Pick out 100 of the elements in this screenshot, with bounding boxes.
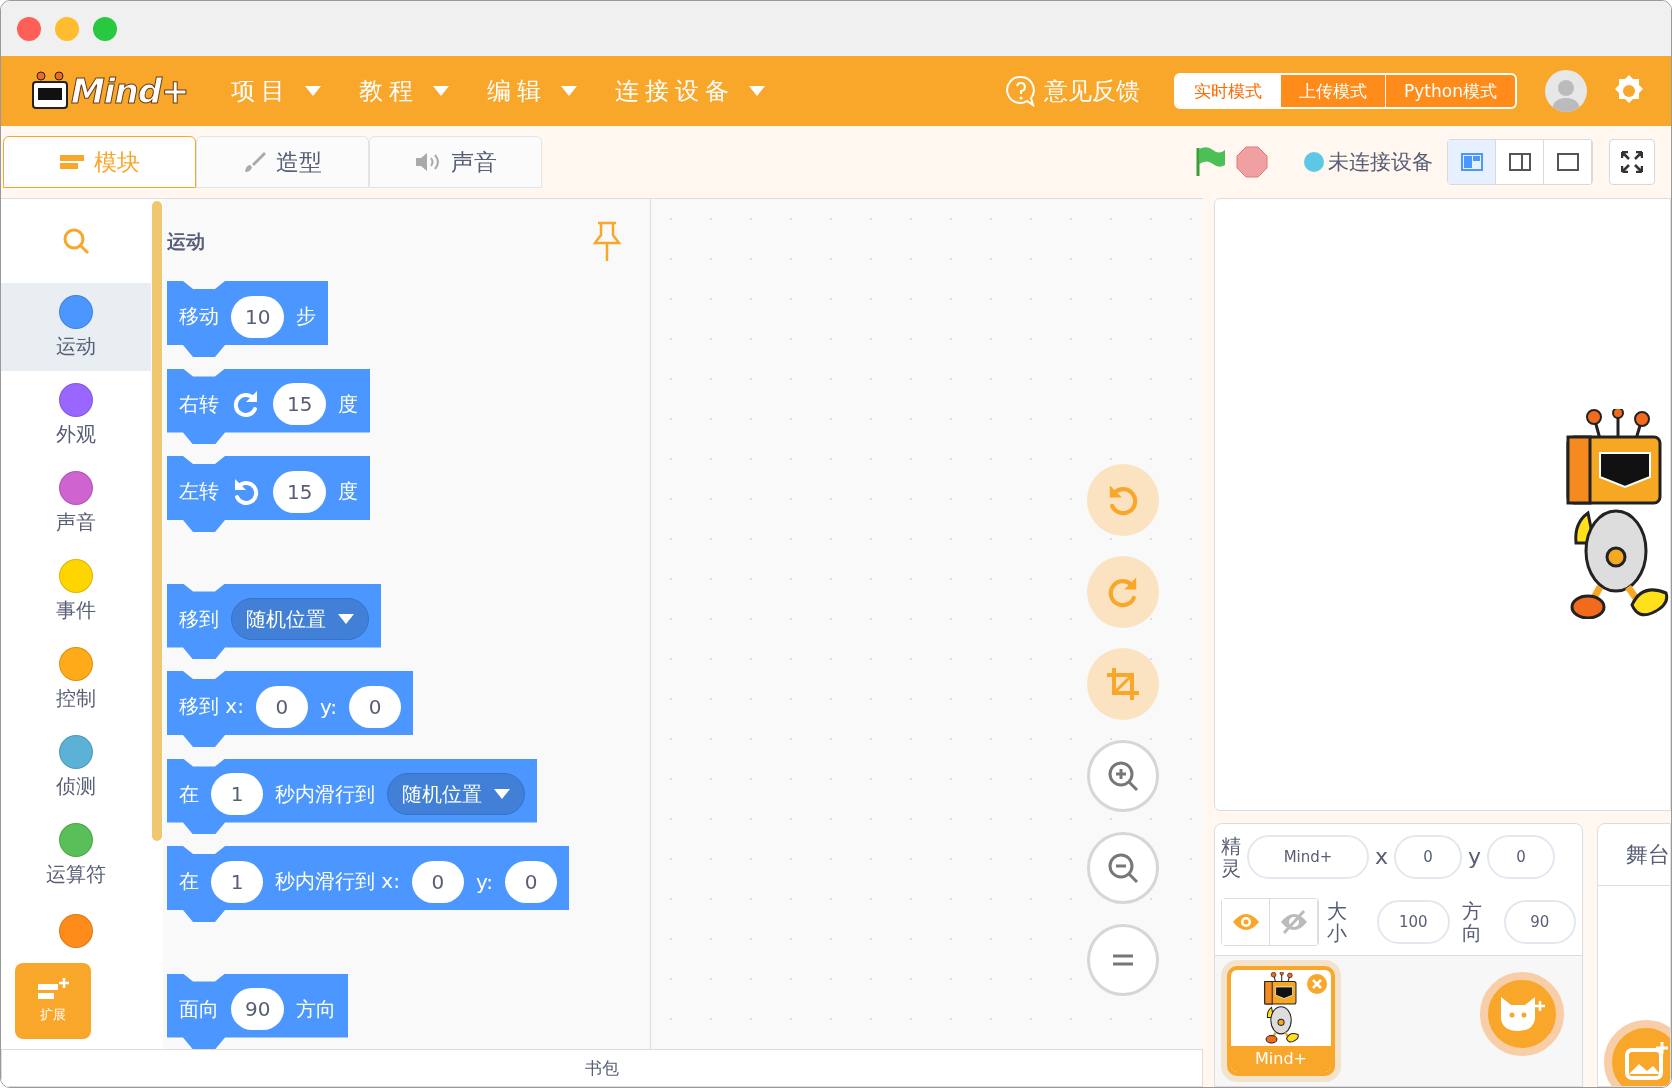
number-input[interactable]: 1	[211, 773, 263, 816]
zoom-window-button[interactable]	[93, 16, 117, 41]
speaker-icon	[414, 152, 441, 172]
help-icon	[1006, 75, 1037, 107]
block-label: 度	[338, 478, 359, 506]
number-input[interactable]: 1	[211, 860, 263, 903]
fullscreen-button[interactable]	[1609, 139, 1655, 185]
caret-icon	[494, 789, 510, 800]
search-icon[interactable]	[62, 227, 90, 255]
editor-tab[interactable]: 声音	[369, 136, 542, 188]
code-block[interactable]: 左转 15 度	[167, 456, 371, 532]
image-plus-icon	[1624, 1042, 1668, 1082]
code-block[interactable]: 右转 15 度	[167, 368, 371, 444]
number-input[interactable]: 0	[505, 860, 558, 903]
stage-canvas[interactable]	[1214, 198, 1671, 811]
fullscreen-icon	[1621, 151, 1643, 173]
code-block[interactable]: 在 1 秒内滑行到 随机位置	[167, 758, 537, 834]
backpack-label: 书包	[585, 1056, 619, 1080]
cat-plus-icon	[1498, 995, 1546, 1033]
code-block[interactable]: 移到 x: 0 y: 0	[167, 671, 414, 747]
robot-sprite-drawing	[1262, 972, 1300, 1044]
equals-icon	[1111, 952, 1135, 968]
x-field[interactable]: 0	[1394, 834, 1463, 879]
code-block[interactable]: 移动 10 步	[167, 281, 329, 357]
extension-icon	[36, 978, 70, 1002]
caret-icon	[432, 86, 449, 96]
logo-text: Mind+	[71, 71, 189, 111]
block-label: 方向	[296, 995, 337, 1023]
caret-icon	[748, 86, 765, 96]
block-label: 面向	[179, 995, 219, 1023]
category-title: 运动	[167, 229, 205, 254]
category-item[interactable]: 运动	[1, 283, 151, 371]
category-item[interactable]: 侦测	[1, 723, 151, 811]
small-stage-icon	[1460, 153, 1483, 171]
code-block[interactable]: 移到 随机位置	[167, 583, 381, 659]
scrollbar-thumb[interactable]	[152, 201, 162, 841]
dropdown-menu[interactable]: 随机位置	[387, 773, 525, 816]
number-input[interactable]: 15	[273, 383, 327, 426]
dropdown-menu[interactable]: 随机位置	[231, 598, 369, 641]
category-item[interactable]: 外观	[1, 371, 151, 459]
number-input[interactable]: 0	[411, 860, 464, 903]
close-icon	[1312, 979, 1322, 989]
flag-icon[interactable]	[1194, 146, 1226, 178]
eye-icon	[1231, 912, 1260, 933]
code-block[interactable]: 面向 90 方向	[167, 973, 349, 1049]
block-label: 步	[296, 303, 317, 331]
blocks-icon	[59, 153, 84, 171]
size-field[interactable]: 100	[1377, 900, 1450, 945]
paintbrush-icon	[243, 151, 266, 173]
direction-label: 方向	[1461, 900, 1482, 945]
number-input[interactable]: 0	[255, 685, 308, 728]
number-input[interactable]: 90	[231, 988, 285, 1031]
editor-tab[interactable]: 造型	[196, 136, 369, 188]
block-label: 度	[338, 390, 359, 418]
category-item[interactable]: 声音	[1, 459, 151, 547]
direction-field[interactable]: 90	[1503, 900, 1576, 945]
x-label: x	[1375, 844, 1389, 870]
block-label: 移到	[179, 605, 219, 633]
minimize-window-button[interactable]	[55, 16, 79, 41]
connection-status: 未连接设备	[1304, 148, 1433, 176]
category-item[interactable]: 控制	[1, 635, 151, 723]
user-avatar[interactable]	[1545, 70, 1587, 112]
block-label: y:	[475, 869, 494, 894]
block-label: 在	[179, 780, 199, 808]
number-input[interactable]: 15	[273, 470, 327, 513]
block-label: 移动	[179, 303, 219, 331]
category-item[interactable]: 事件	[1, 547, 151, 635]
code-block[interactable]: 在 1 秒内滑行到 x: 0 y: 0	[167, 846, 570, 922]
stop-icon[interactable]	[1236, 146, 1268, 178]
caret-icon	[304, 86, 321, 96]
block-label: 右转	[179, 390, 219, 418]
y-field[interactable]: 0	[1487, 834, 1556, 879]
large-stage-icon	[1508, 153, 1531, 171]
number-input[interactable]: 10	[231, 295, 285, 338]
hidden-eye-icon	[1279, 910, 1308, 935]
robot-logo-icon	[31, 71, 69, 111]
caret-icon	[560, 86, 577, 96]
block-label: 移到 x:	[179, 693, 244, 721]
sprite-label: 精灵	[1221, 834, 1241, 879]
backpack-bar[interactable]: 书包	[1, 1049, 1203, 1087]
block-label: y:	[319, 694, 338, 719]
sprite-name-field[interactable]: Mind+	[1247, 834, 1369, 879]
size-label: 大小	[1327, 900, 1347, 945]
category-item[interactable]: 运算符	[1, 811, 151, 899]
pin-icon[interactable]	[592, 221, 622, 263]
block-label: 秒内滑行到	[275, 780, 375, 808]
sprite-name: Mind+	[1231, 1046, 1331, 1072]
block-label: 在	[179, 868, 199, 896]
user-icon	[1552, 78, 1580, 112]
y-label: y	[1468, 844, 1482, 870]
stage-only-icon	[1556, 153, 1579, 171]
crop-icon	[1105, 666, 1141, 702]
number-input[interactable]: 0	[349, 685, 402, 728]
close-window-button[interactable]	[17, 16, 41, 41]
block-label: 左转	[179, 478, 219, 506]
stage-tab[interactable]: 舞台	[1598, 824, 1670, 886]
show-button[interactable]	[1222, 899, 1270, 946]
block-label: 秒内滑行到 x:	[275, 868, 400, 896]
delete-sprite-button[interactable]	[1307, 974, 1327, 994]
caret-icon	[338, 614, 354, 625]
